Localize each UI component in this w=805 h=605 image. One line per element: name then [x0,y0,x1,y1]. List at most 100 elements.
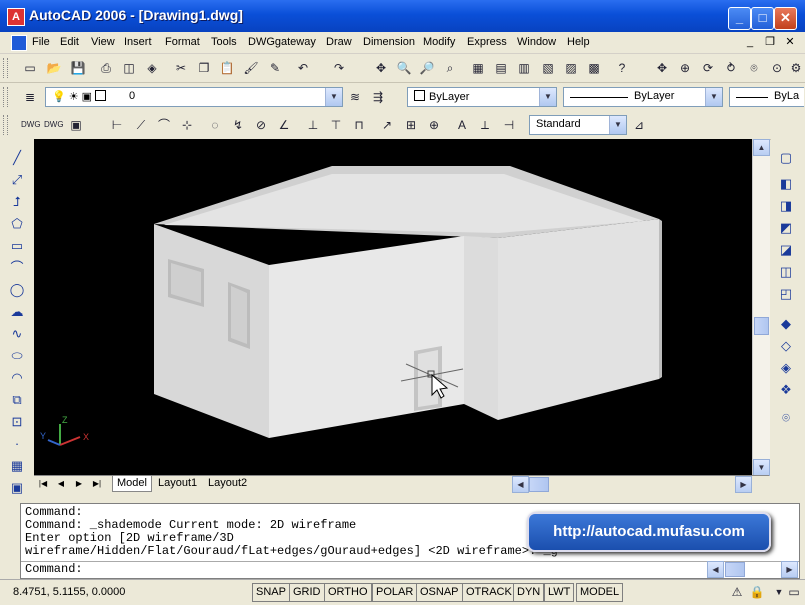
first-tab-button[interactable]: |◀ [36,477,50,491]
calculator-icon[interactable]: ▩ [585,59,603,77]
menu-view[interactable]: View [91,36,115,48]
toolbar-grip[interactable] [3,87,8,107]
document-icon[interactable] [11,35,27,51]
left-view-icon[interactable]: ◩ [776,219,796,237]
back-view-icon[interactable]: ◰ [776,285,796,303]
print-icon[interactable]: ⎙ [97,59,115,77]
swivel-icon[interactable]: ⊙ [768,59,786,77]
make-block-icon[interactable]: ⊡ [7,413,27,431]
dyn-toggle[interactable]: DYN [513,583,545,602]
zoom-3d-icon[interactable]: ⊕ [676,59,694,77]
match-properties-icon[interactable]: 🖌 [242,59,260,77]
open-folder-icon[interactable]: 📂 [45,59,63,77]
menu-help[interactable]: Help [567,36,590,48]
title-bar[interactable]: A AutoCAD 2006 - [Drawing1.dwg] _ □ ✕ [0,0,805,32]
arc-length-icon[interactable]: ⌒ [155,116,173,134]
tab-layout2[interactable]: Layout2 [204,476,251,491]
color-dropdown[interactable]: ByLayer ▼ [407,87,557,107]
save-icon[interactable]: 💾 [69,59,87,77]
menu-file[interactable]: File [32,36,50,48]
markup-icon[interactable]: ▨ [562,59,580,77]
jogged-dimension-icon[interactable]: ↯ [229,116,247,134]
maximize-button[interactable]: □ [751,7,774,30]
menu-dimension[interactable]: Dimension [363,36,415,48]
nw-isometric-icon[interactable]: ❖ [776,381,796,399]
lwt-toggle[interactable]: LWT [544,583,575,602]
camera-view-icon[interactable]: ⌾ [776,409,796,427]
close-button[interactable]: ✕ [774,7,797,30]
front-view-icon[interactable]: ◫ [776,263,796,281]
camera-icon[interactable]: ⌾ [745,59,763,77]
menu-insert[interactable]: Insert [124,36,152,48]
zoom-realtime-icon[interactable]: 🔍 [395,59,413,77]
arc-icon[interactable]: ⌒ [7,259,27,277]
dimension-text-edit-icon[interactable]: ⟂ [476,116,494,134]
layer-dropdown[interactable]: 💡 ☀ ▣ 0 ▼ [45,87,343,107]
cmd-scroll-right-button[interactable]: ▶ [781,561,798,578]
toolbar-grip[interactable] [3,115,8,135]
named-views-icon[interactable]: ▢ [776,149,796,167]
ortho-toggle[interactable]: ORTHO [324,583,372,602]
undo-icon[interactable]: ↶ [294,59,312,77]
publish-icon[interactable]: ◈ [143,59,161,77]
tab-model[interactable]: Model [112,476,152,492]
point-icon[interactable]: · [7,435,27,453]
design-center-icon[interactable]: ▤ [492,59,510,77]
paste-icon[interactable]: 📋 [218,59,236,77]
scroll-right-button[interactable]: ▶ [735,476,752,493]
right-view-icon[interactable]: ◪ [776,241,796,259]
center-mark-icon[interactable]: ⊕ [425,116,443,134]
radius-dimension-icon[interactable]: ◌ [206,116,224,134]
insert-block-icon[interactable]: ⧉ [7,391,27,409]
construction-line-icon[interactable]: ⤢ [7,171,27,189]
scroll-down-button[interactable]: ▼ [753,459,770,476]
polyline-icon[interactable]: ⮥ [7,193,27,211]
ordinate-dimension-icon[interactable]: ⊹ [178,116,196,134]
bottom-view-icon[interactable]: ◨ [776,197,796,215]
menu-dwggateway[interactable]: DWGgateway [248,36,316,48]
linetype-dropdown[interactable]: ByLayer ▼ [563,87,723,107]
linear-dimension-icon[interactable]: ⊢ [108,116,126,134]
zoom-window-icon[interactable]: 🔎 [418,59,436,77]
dimension-style-icon[interactable]: ⊿ [630,116,648,134]
toolbar-lock-icon[interactable]: 🔒 [748,583,766,601]
snap-toggle[interactable]: SNAP [252,583,290,602]
dimension-update-icon[interactable]: ⊣ [500,116,518,134]
tab-layout1[interactable]: Layout1 [154,476,201,491]
redo-icon[interactable]: ↷ [330,59,348,77]
polygon-icon[interactable]: ⬠ [7,215,27,233]
quick-leader-icon[interactable]: ↗ [378,116,396,134]
menu-draw[interactable]: Draw [326,36,352,48]
cmd-scroll-left-button[interactable]: ◀ [707,561,724,578]
baseline-dimension-icon[interactable]: ⊤ [327,116,345,134]
mdi-minimize-button[interactable]: _ [742,35,758,49]
communication-center-icon[interactable]: ⚠ [728,583,746,601]
properties-icon[interactable]: ▦ [469,59,487,77]
ellipse-icon[interactable]: ⬭ [7,347,27,365]
region-icon[interactable]: ▣ [7,479,27,497]
diameter-dimension-icon[interactable]: ⊘ [252,116,270,134]
chevron-down-icon[interactable]: ▼ [705,88,722,106]
block-editor-icon[interactable]: ✎ [266,59,284,77]
copy-icon[interactable]: ❐ [195,59,213,77]
chevron-down-icon[interactable]: ▼ [609,116,626,134]
polar-toggle[interactable]: POLAR [372,583,418,602]
lineweight-dropdown[interactable]: ByLa [729,87,804,107]
command-prompt-input[interactable]: Command: [25,562,83,576]
grid-toggle[interactable]: GRID [289,583,325,602]
osnap-toggle[interactable]: OSNAP [416,583,463,602]
toolbar-grip[interactable] [3,58,8,78]
revision-cloud-icon[interactable]: ☁ [7,303,27,321]
menu-tools[interactable]: Tools [211,36,237,48]
top-view-icon[interactable]: ◧ [776,175,796,193]
tolerance-icon[interactable]: ⊞ [402,116,420,134]
pan-icon[interactable]: ✥ [372,59,390,77]
rectangle-icon[interactable]: ▭ [7,237,27,255]
menu-edit[interactable]: Edit [60,36,79,48]
quick-dimension-icon[interactable]: ⊥ [304,116,322,134]
cmd-scroll-thumb[interactable] [725,562,745,577]
minimize-button[interactable]: _ [728,7,751,30]
walk-icon[interactable]: ⚙ [787,59,805,77]
make-object-layer-current-icon[interactable]: ≋ [346,88,364,106]
continuous-orbit-icon[interactable]: ⥁ [722,59,740,77]
